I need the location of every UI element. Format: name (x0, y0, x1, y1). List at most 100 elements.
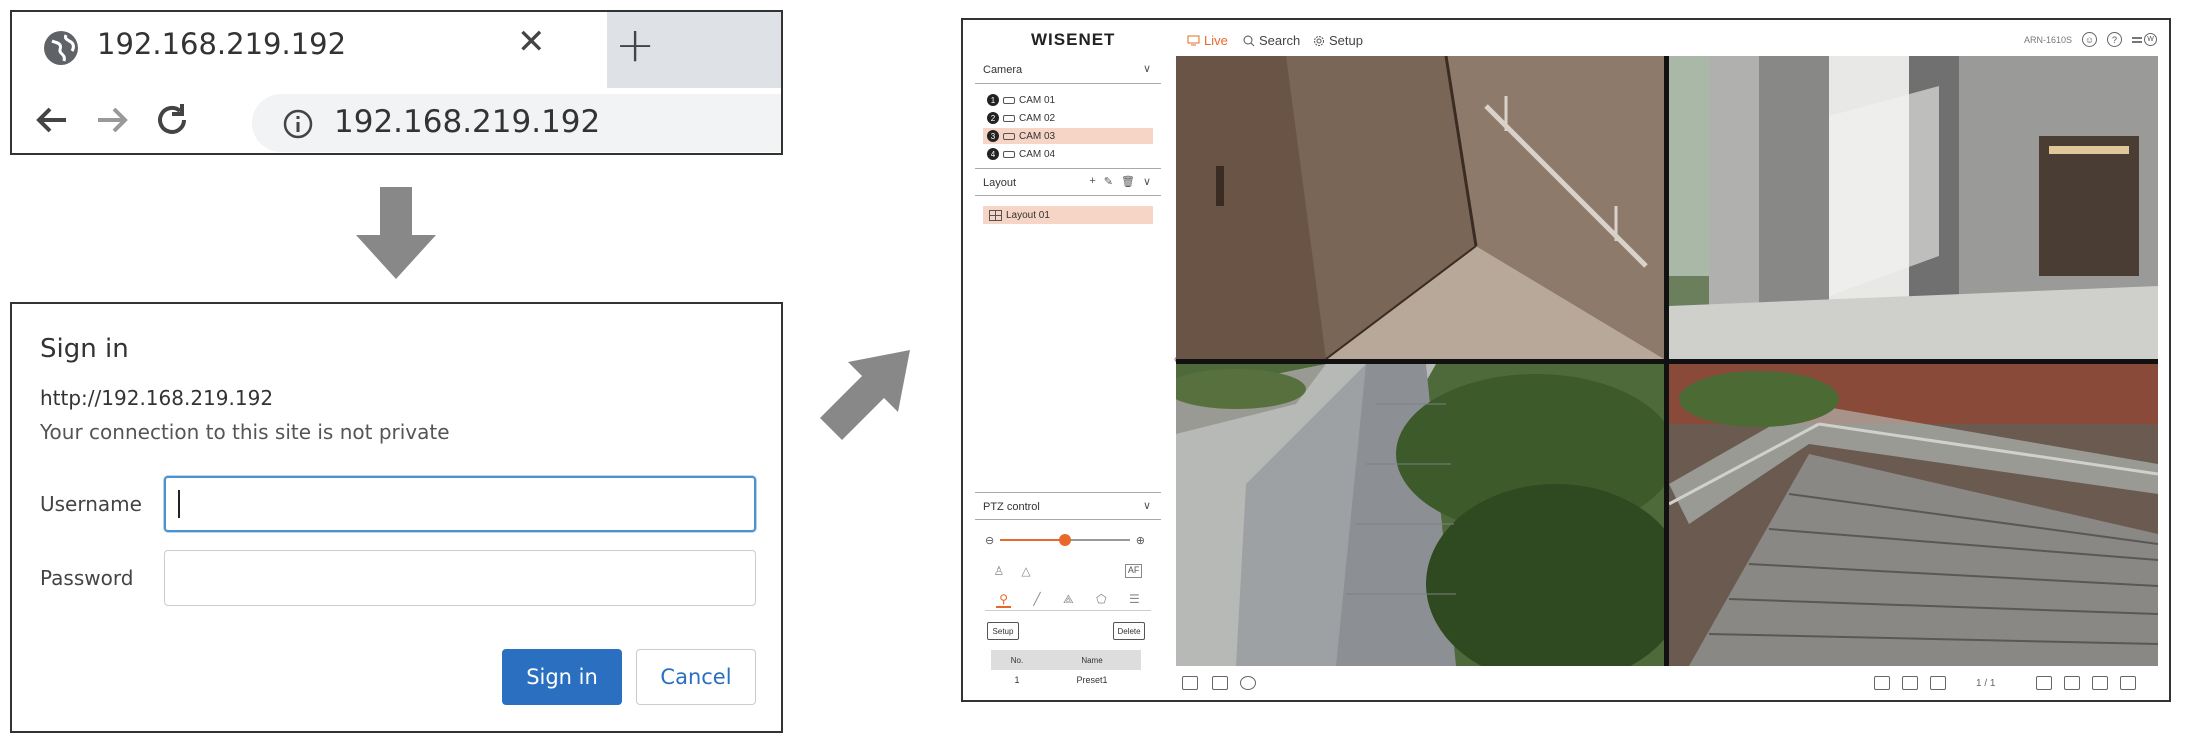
person-icon[interactable]: ♙ (994, 564, 1005, 578)
ptz-mode-icons: ♙ △ AF (985, 564, 1151, 578)
video-tile-2[interactable] (1669, 56, 2158, 359)
ptz-function-tabs: ⚲ ╱ ⟁ ⬠ ☰ (985, 592, 1151, 611)
camera-name: CAM 01 (1019, 94, 1056, 106)
video-tile-1[interactable] (1176, 56, 1664, 359)
zoom-slider-track[interactable] (1000, 534, 1130, 546)
capture-icon[interactable] (1240, 676, 1256, 690)
user-badge: W (2144, 33, 2157, 46)
layout-name: Layout 01 (1006, 209, 1050, 221)
camera-item-3[interactable]: 3 CAM 03 (983, 128, 1153, 144)
video-tile-4[interactable] (1669, 364, 2158, 666)
user-icon[interactable]: ☺ (2082, 32, 2097, 47)
zoom-out-icon[interactable]: ⊖ (985, 534, 994, 547)
autofocus-icon[interactable]: AF (1124, 564, 1143, 578)
grid-layout-icon[interactable] (2036, 676, 2052, 690)
chevron-down-icon[interactable]: ∨ (1143, 62, 1151, 75)
camera-icon (1003, 114, 1015, 122)
signin-button[interactable]: Sign in (502, 649, 622, 705)
menu-live[interactable]: Live (1187, 33, 1228, 48)
help-icon[interactable]: ? (2107, 32, 2122, 47)
camera-name: CAM 02 (1019, 112, 1056, 124)
layout-section-header[interactable]: Layout + ✎ 🗑 ∨ (975, 168, 1161, 196)
info-icon[interactable] (282, 108, 314, 140)
forward-icon[interactable] (90, 98, 134, 142)
menu-live-label: Live (1204, 33, 1228, 48)
column-no: No. (1010, 655, 1024, 665)
menu-icon (2132, 36, 2142, 43)
camera-item-1[interactable]: 1 CAM 01 (983, 92, 1153, 108)
zoom-slider-handle[interactable] (1059, 534, 1071, 546)
privacy-warning: Your connection to this site is not priv… (40, 420, 450, 444)
ptz-header[interactable]: PTZ control ∨ (975, 492, 1161, 520)
username-field[interactable] (164, 476, 756, 532)
tour-tab-icon[interactable]: ⬠ (1096, 592, 1106, 608)
browser-tab[interactable]: 192.168.219.192 ✕ (12, 12, 607, 88)
camera-name: CAM 04 (1019, 148, 1056, 160)
diagonal-arrow-icon (820, 350, 910, 440)
close-icon[interactable]: ✕ (517, 22, 546, 62)
menu-setup[interactable]: Setup (1313, 33, 1363, 48)
address-url: 192.168.219.192 (334, 104, 601, 140)
layout-section-title: Layout (983, 177, 1017, 189)
zoom-in-icon[interactable]: ⊕ (1136, 534, 1145, 547)
ptz-delete-button[interactable]: Delete (1113, 622, 1145, 640)
fullscreen-icon[interactable] (2120, 676, 2136, 690)
ptz-camera-icon (1003, 150, 1015, 158)
zoom-slider[interactable]: ⊖ ⊕ (985, 532, 1145, 548)
all-channels-icon[interactable] (2064, 676, 2080, 690)
area-icon[interactable]: △ (1021, 564, 1030, 578)
sidebar: Camera ∨ 1 CAM 01 2 CAM 02 3 CAM 03 4 CA… (975, 56, 1161, 688)
chevron-down-icon[interactable]: ∨ (1143, 499, 1151, 512)
search-icon (1243, 35, 1255, 46)
statistics-icon[interactable] (1930, 676, 1946, 690)
trace-tab-icon[interactable]: ☰ (1129, 592, 1140, 608)
swing-tab-icon[interactable]: ╱ (1033, 592, 1040, 608)
ptz-setup-button[interactable]: Setup (987, 622, 1019, 640)
record-icon[interactable] (1182, 676, 1198, 690)
account-toggle[interactable]: W (2132, 33, 2157, 46)
lobby-scene (1669, 56, 2158, 359)
camera-number: 1 (987, 94, 999, 106)
camera-name: CAM 03 (1019, 130, 1056, 142)
camera-section-header[interactable]: Camera ∨ (975, 56, 1161, 84)
ptz-title: PTZ control (983, 501, 1040, 513)
trash-icon[interactable]: 🗑 (1121, 175, 1135, 188)
password-label: Password (40, 566, 134, 590)
wisenet-logo: WISENET (1031, 30, 1116, 49)
layout-item[interactable]: Layout 01 (983, 206, 1153, 224)
ptz-camera-icon (1003, 132, 1015, 140)
browser-window: 192.168.219.192 ✕ + 192.168.219.192 (10, 10, 783, 155)
add-icon[interactable]: + (1089, 175, 1095, 188)
export-icon[interactable] (1212, 676, 1228, 690)
monitor-icon (1187, 35, 1200, 46)
preset-tab-icon[interactable]: ⚲ (996, 592, 1011, 608)
elevator-scene (1176, 56, 1664, 359)
fit-screen-icon[interactable] (1902, 676, 1918, 690)
dialog-title: Sign in (40, 334, 129, 364)
camera-item-2[interactable]: 2 CAM 02 (983, 110, 1153, 126)
table-row[interactable]: 1 Preset1 (991, 672, 1141, 688)
site-url: http://192.168.219.192 (40, 386, 274, 410)
username-label: Username (40, 492, 142, 516)
reload-icon[interactable] (150, 98, 194, 142)
aspect-ratio-icon[interactable] (2092, 676, 2108, 690)
edit-icon[interactable]: ✎ (1104, 175, 1113, 188)
plus-icon[interactable]: + (615, 17, 655, 73)
group-tab-icon[interactable]: ⟁ (1063, 592, 1074, 608)
osd-icon[interactable] (1874, 676, 1890, 690)
zoom-slider-fill (1000, 539, 1065, 541)
menu-search[interactable]: Search (1243, 33, 1300, 48)
camera-item-4[interactable]: 4 CAM 04 (983, 146, 1153, 162)
back-icon[interactable] (30, 98, 74, 142)
cancel-button[interactable]: Cancel (636, 649, 756, 705)
chevron-down-icon[interactable]: ∨ (1143, 175, 1151, 188)
password-field[interactable] (164, 550, 756, 606)
down-arrow-icon (356, 187, 436, 279)
video-tile-3[interactable] (1176, 364, 1664, 666)
preset-no: 1 (1014, 675, 1020, 685)
wisenet-app: WISENET Live Search Setup ARN-1610S ☺ ? … (961, 18, 2171, 702)
address-bar[interactable]: 192.168.219.192 (252, 94, 781, 152)
column-name: Name (1081, 655, 1103, 665)
camera-number: 3 (987, 130, 999, 142)
menu-search-label: Search (1259, 33, 1301, 48)
